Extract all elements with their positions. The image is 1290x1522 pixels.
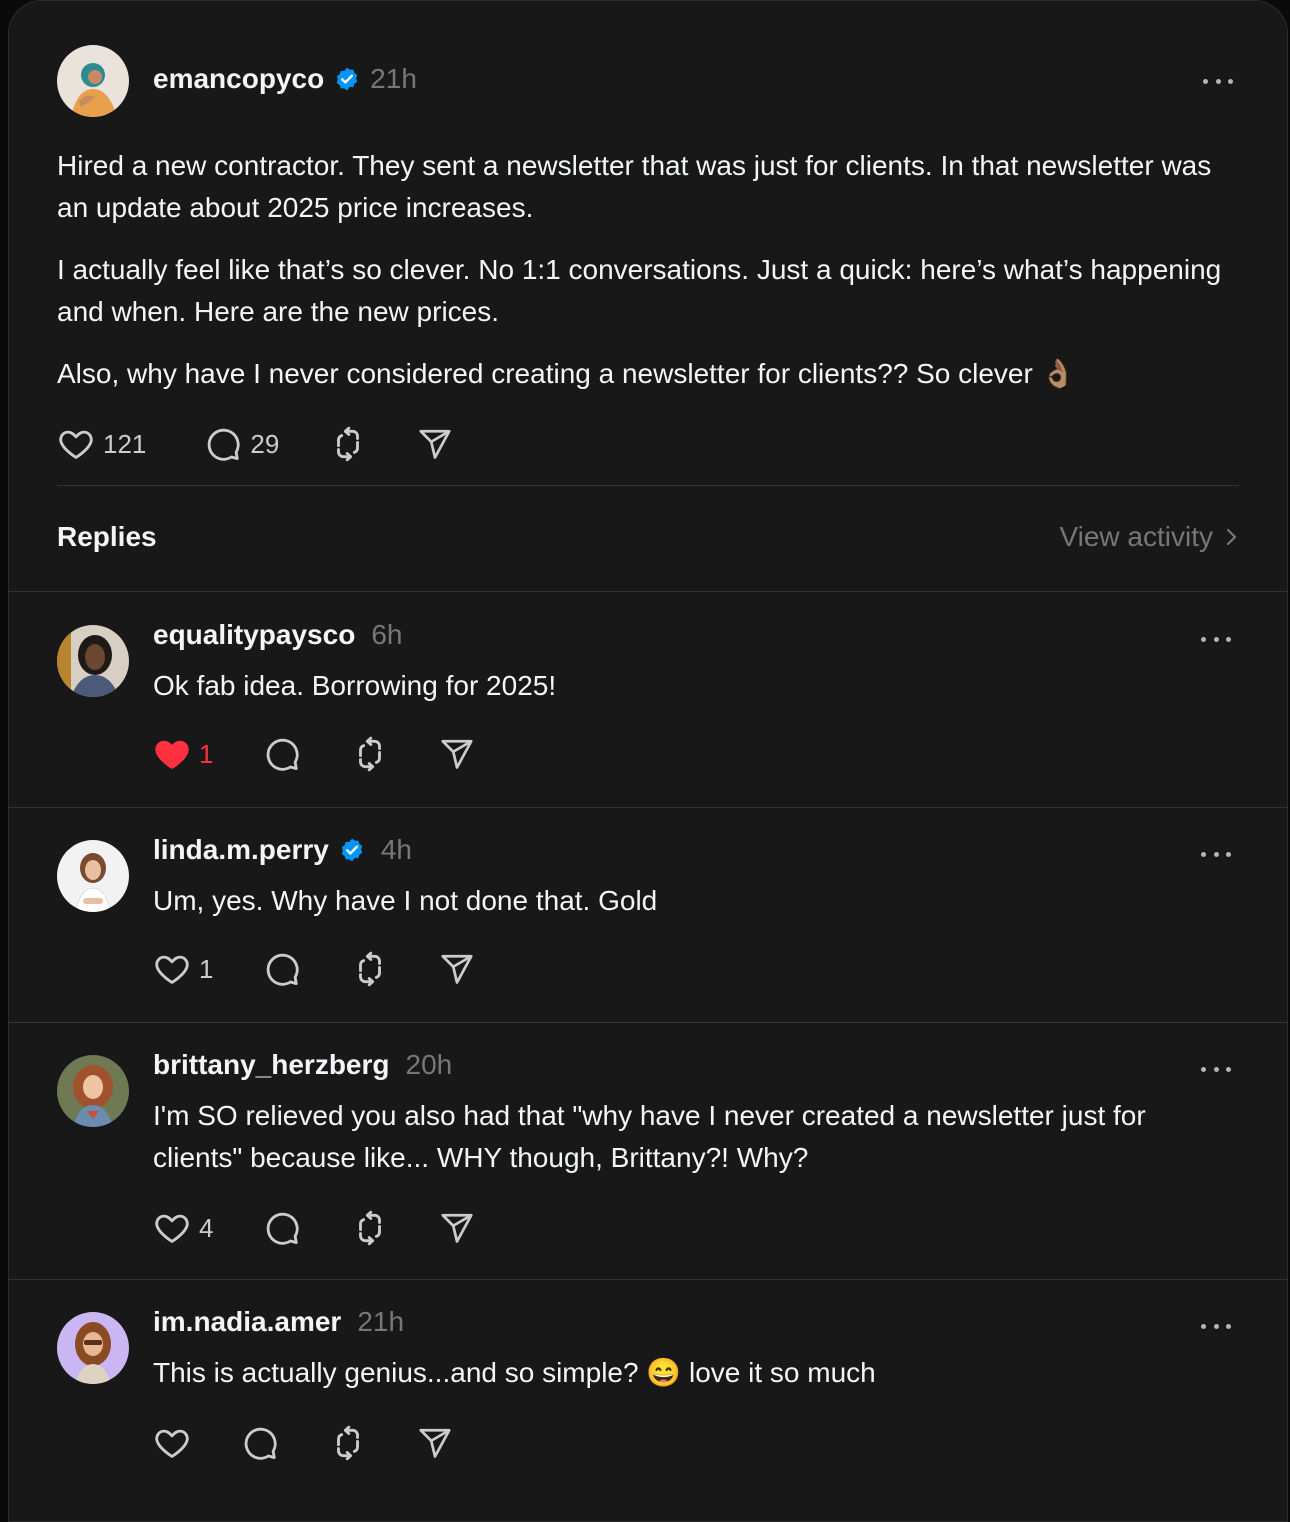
like-count: 4 [199, 1212, 214, 1243]
reply-text: Um, yes. Why have I not done that. Gold [153, 885, 658, 916]
share-icon [417, 1425, 453, 1461]
like-count: 1 [199, 953, 214, 984]
heart-icon [153, 950, 191, 988]
like-button[interactable]: 1 [153, 950, 213, 988]
more-icon[interactable] [1201, 844, 1231, 864]
more-icon[interactable] [1201, 1059, 1231, 1079]
post-author-line: emancopyco 21h [153, 63, 417, 95]
reply-actions [153, 1424, 453, 1462]
share-button[interactable] [439, 1210, 475, 1246]
avatar[interactable] [57, 1055, 129, 1127]
divider [9, 591, 1287, 592]
verified-icon [334, 66, 360, 92]
like-button[interactable] [153, 1424, 191, 1462]
share-icon [439, 1210, 475, 1246]
share-button[interactable] [439, 951, 475, 987]
comment-count: 29 [250, 428, 280, 459]
reply-author-line: equalitypaysco 6h [153, 619, 402, 651]
comment-button[interactable] [263, 950, 301, 988]
view-activity-link[interactable]: View activity [1059, 521, 1239, 553]
avatar[interactable] [57, 840, 129, 912]
chevron-right-icon [1226, 528, 1237, 546]
like-count: 121 [103, 428, 147, 459]
post-paragraph: Also, why have I never considered creati… [57, 358, 1076, 389]
like-button[interactable]: 1 [153, 735, 213, 773]
comment-button[interactable] [263, 1209, 301, 1247]
repost-button[interactable] [351, 950, 389, 988]
reply-time: 20h [405, 1049, 453, 1080]
post-time: 21h [370, 63, 417, 94]
heart-icon [153, 735, 191, 773]
repost-icon [329, 1424, 367, 1462]
reply-text: This is actually genius...and so simple?… [153, 1357, 876, 1388]
reply-actions: 4 [153, 1209, 475, 1247]
reply-text: Ok fab idea. Borrowing for 2025! [153, 670, 557, 701]
comment-icon [241, 1424, 279, 1462]
avatar[interactable] [57, 625, 129, 697]
reply-time: 21h [357, 1306, 405, 1337]
heart-icon [153, 1424, 191, 1462]
repost-icon [351, 735, 389, 773]
verified-icon [339, 837, 365, 863]
post-body: Hired a new contractor. They sent a news… [57, 145, 1239, 415]
repost-button[interactable] [329, 1424, 367, 1462]
comment-button[interactable] [241, 1424, 279, 1462]
reply-author-line: im.nadia.amer 21h [153, 1306, 404, 1338]
post-header: emancopyco 21h [57, 45, 1239, 117]
like-button[interactable]: 4 [153, 1209, 213, 1247]
reply-item: im.nadia.amer 21h This is actually geniu… [9, 1280, 1287, 1500]
comment-button[interactable] [263, 735, 301, 773]
share-icon [439, 736, 475, 772]
reply-time: 4h [380, 834, 412, 865]
comment-icon [263, 950, 301, 988]
avatar[interactable] [57, 1312, 129, 1384]
reply-username[interactable]: im.nadia.amer [153, 1306, 341, 1338]
repost-button[interactable] [351, 1209, 389, 1247]
thread-card: emancopyco 21h Hired a new contractor. T… [8, 0, 1288, 1522]
reply-username[interactable]: linda.m.perry [153, 834, 329, 866]
comment-icon [263, 1209, 301, 1247]
more-icon[interactable] [1201, 1316, 1231, 1336]
reply-item: equalitypaysco 6h Ok fab idea. Borrowing… [9, 593, 1287, 807]
post-actions: 121 29 [57, 425, 453, 463]
comment-icon [263, 735, 301, 773]
reply-author-line: linda.m.perry 4h [153, 834, 412, 866]
repost-icon [329, 425, 367, 463]
post-paragraph: Hired a new contractor. They sent a news… [57, 150, 1212, 223]
heart-icon [153, 1209, 191, 1247]
like-count: 1 [199, 738, 214, 769]
share-button[interactable] [439, 736, 475, 772]
share-icon [417, 426, 453, 462]
avatar[interactable] [57, 45, 129, 117]
comment-icon [204, 425, 242, 463]
comment-button[interactable]: 29 [204, 425, 279, 463]
share-button[interactable] [417, 1425, 453, 1461]
repost-icon [351, 1209, 389, 1247]
replies-title: Replies [57, 521, 157, 552]
repost-button[interactable] [329, 425, 367, 463]
heart-icon [57, 425, 95, 463]
repost-button[interactable] [351, 735, 389, 773]
reply-actions: 1 [153, 735, 475, 773]
reply-text: I'm SO relieved you also had that "why h… [153, 1100, 1146, 1173]
like-button[interactable]: 121 [57, 425, 146, 463]
reply-time: 6h [371, 619, 403, 650]
view-activity-label: View activity [1059, 521, 1213, 552]
more-icon[interactable] [1203, 71, 1233, 91]
more-icon[interactable] [1201, 629, 1231, 649]
replies-header: Replies View activity [57, 521, 1239, 561]
post-username[interactable]: emancopyco [153, 63, 324, 95]
share-button[interactable] [417, 426, 453, 462]
post-paragraph: I actually feel like that’s so clever. N… [57, 254, 1222, 327]
reply-item: brittany_herzberg 20h I'm SO relieved yo… [9, 1023, 1287, 1279]
reply-author-line: brittany_herzberg 20h [153, 1049, 452, 1081]
divider [57, 485, 1239, 486]
repost-icon [351, 950, 389, 988]
reply-item: linda.m.perry 4h Um, yes. Why have I not… [9, 808, 1287, 1022]
reply-username[interactable]: brittany_herzberg [153, 1049, 390, 1081]
reply-username[interactable]: equalitypaysco [153, 619, 355, 651]
reply-actions: 1 [153, 950, 475, 988]
share-icon [439, 951, 475, 987]
